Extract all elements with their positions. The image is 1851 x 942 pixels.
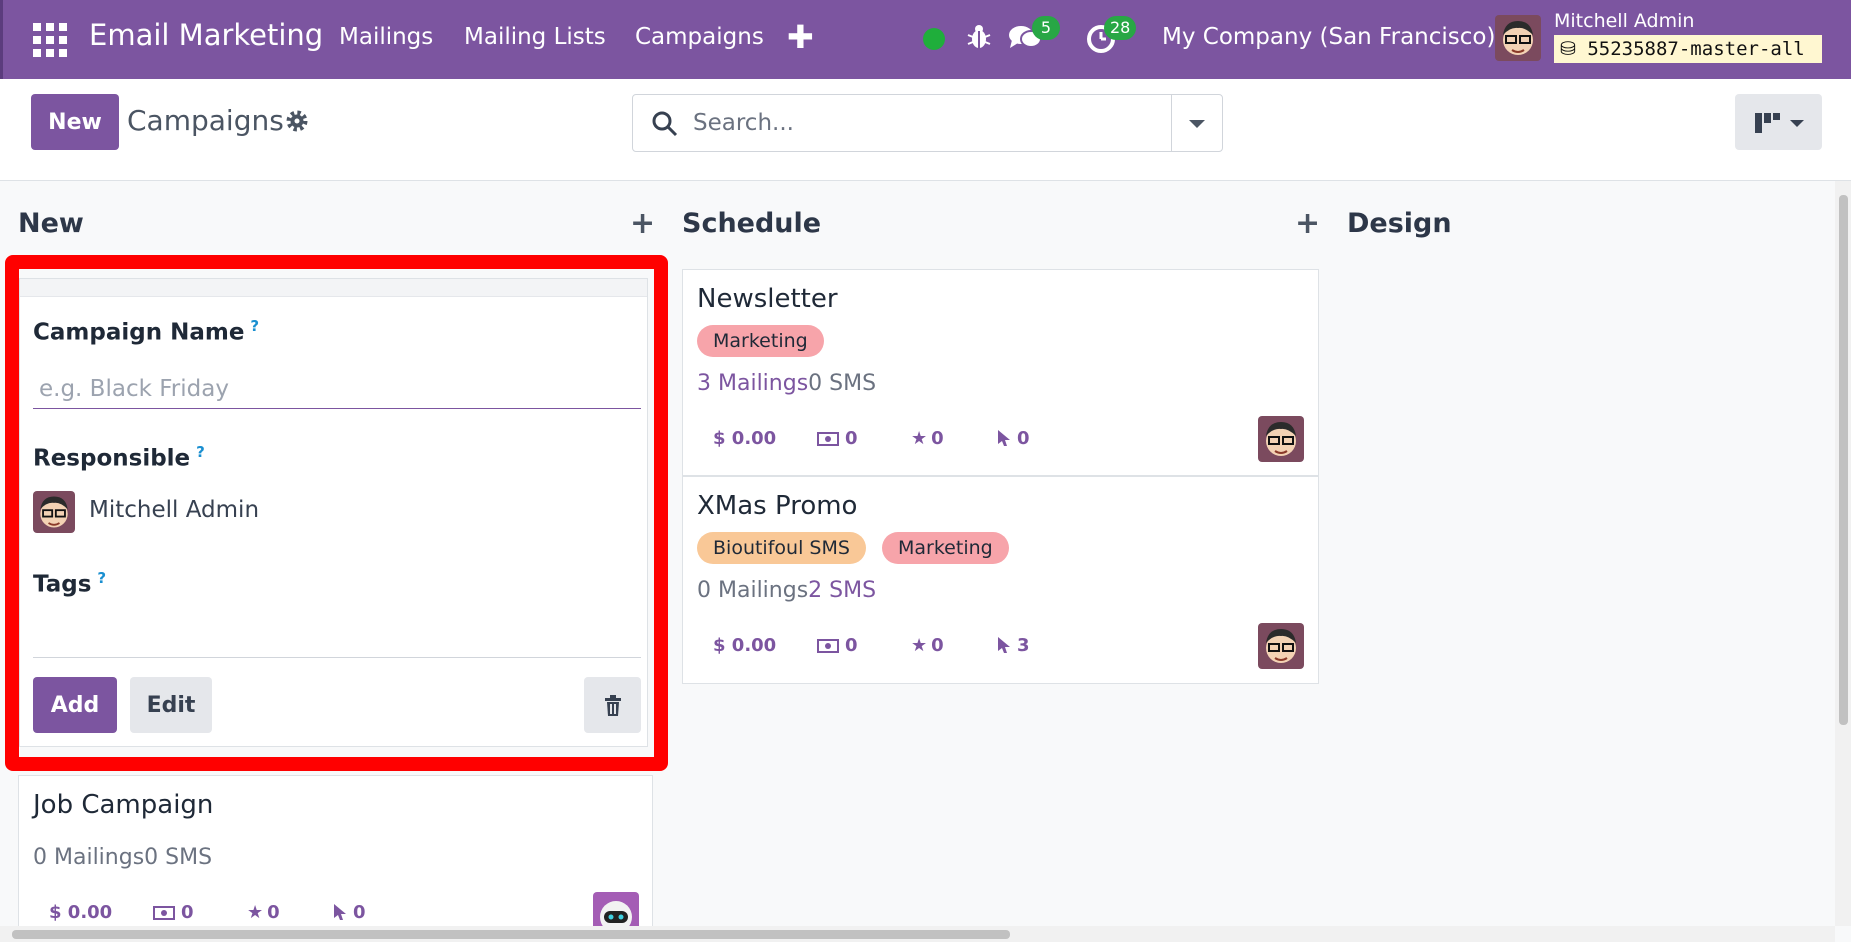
new-button[interactable]: New — [31, 94, 119, 150]
search-icon — [652, 111, 678, 137]
database-name: 55235887-master-all — [1587, 38, 1805, 60]
vertical-scrollbar[interactable] — [1835, 181, 1851, 926]
star-icon: ★ — [247, 902, 264, 923]
opportunities-stat[interactable]: ★ 0 — [247, 902, 280, 923]
responsible-avatar[interactable] — [1258, 623, 1304, 669]
campaign-card-job-campaign[interactable]: Job Campaign 0 Mailings0 SMS $ 0.00 0 ★ 0… — [18, 775, 653, 935]
revenue-stat[interactable]: $ 0.00 — [49, 902, 112, 923]
opportunities-stat[interactable]: ★ 0 — [911, 428, 944, 449]
card-title: Job Campaign — [33, 790, 214, 820]
mailings-count[interactable]: 0 Mailings — [697, 578, 808, 603]
card-counts: 0 Mailings0 SMS — [33, 845, 212, 870]
search-input[interactable] — [693, 105, 1153, 141]
app-brand[interactable]: Email Marketing — [89, 18, 323, 52]
cursor-icon — [998, 637, 1010, 653]
plus-icon[interactable]: ✚ — [787, 18, 814, 56]
horizontal-scroll-thumb[interactable] — [12, 930, 1010, 939]
tags-label: Tags? — [33, 569, 107, 598]
help-tooltip-icon[interactable]: ? — [250, 317, 259, 335]
sms-count[interactable]: 0 SMS — [808, 371, 876, 396]
trash-icon — [604, 694, 621, 716]
control-panel: New Campaigns — [0, 79, 1851, 181]
caret-down-icon — [1189, 120, 1205, 128]
card-counts: 3 Mailings0 SMS — [697, 371, 876, 396]
responsible-value[interactable]: Mitchell Admin — [89, 497, 259, 523]
edit-button[interactable]: Edit — [130, 677, 212, 733]
bug-icon[interactable] — [966, 22, 992, 52]
column-title-design[interactable]: Design — [1347, 208, 1452, 239]
campaign-name-label: Campaign Name? — [33, 317, 260, 346]
responsible-avatar[interactable] — [33, 491, 75, 533]
database-icon: ⛁ — [1560, 38, 1588, 60]
card-title: Newsletter — [697, 284, 838, 314]
campaign-card-newsletter[interactable]: Newsletter Marketing 3 Mailings0 SMS $ 0… — [682, 269, 1319, 476]
kanban-view-switcher[interactable] — [1735, 94, 1822, 150]
menu-mailing-lists[interactable]: Mailing Lists — [464, 24, 606, 50]
add-button[interactable]: Add — [33, 677, 117, 733]
sms-count[interactable]: 0 SMS — [144, 845, 212, 870]
user-name[interactable]: Mitchell Admin — [1554, 10, 1694, 32]
revenue-stat[interactable]: $ 0.00 — [713, 635, 776, 656]
menu-campaigns[interactable]: Campaigns — [635, 24, 764, 50]
sms-count[interactable]: 2 SMS — [808, 578, 876, 603]
star-icon: ★ — [911, 428, 928, 449]
cursor-icon — [334, 904, 346, 920]
campaign-card-xmas-promo[interactable]: XMas Promo Bioutifoul SMS Marketing 0 Ma… — [682, 476, 1319, 684]
clicks-stat[interactable]: 0 — [997, 428, 1030, 449]
quotations-stat[interactable]: 0 — [817, 635, 858, 656]
chat-count-badge: 5 — [1032, 16, 1060, 40]
tag-bioutifoul-sms: Bioutifoul SMS — [697, 532, 866, 564]
discard-button[interactable] — [584, 677, 641, 733]
quick-create-header — [20, 279, 647, 297]
gear-icon[interactable] — [285, 109, 309, 133]
company-switcher[interactable]: My Company (San Francisco) — [1162, 24, 1495, 50]
horizontal-scrollbar[interactable] — [0, 926, 1835, 942]
online-status-icon[interactable] — [923, 28, 945, 50]
column-schedule-plus-icon[interactable]: + — [1295, 206, 1320, 241]
money-icon — [817, 639, 839, 653]
opportunities-stat[interactable]: ★ 0 — [911, 635, 944, 656]
activity-count-badge: 28 — [1104, 16, 1137, 40]
column-title-schedule[interactable]: Schedule — [682, 208, 821, 239]
responsible-avatar[interactable] — [1258, 416, 1304, 462]
search-bar — [632, 94, 1223, 152]
cursor-icon — [998, 430, 1010, 446]
revenue-stat[interactable]: $ 0.00 — [713, 428, 776, 449]
card-counts: 0 Mailings2 SMS — [697, 578, 876, 603]
search-options-toggle[interactable] — [1171, 95, 1222, 151]
money-icon — [153, 906, 175, 920]
clicks-stat[interactable]: 0 — [333, 902, 366, 923]
vertical-scroll-thumb[interactable] — [1839, 195, 1848, 725]
help-tooltip-icon[interactable]: ? — [97, 569, 106, 587]
caret-down-icon — [1790, 120, 1804, 127]
tag-marketing: Marketing — [882, 532, 1009, 564]
quotations-stat[interactable]: 0 — [817, 428, 858, 449]
column-title-new[interactable]: New — [18, 208, 84, 239]
menu-mailings[interactable]: Mailings — [339, 24, 433, 50]
database-badge: ⛁ 55235887-master-all — [1554, 35, 1822, 63]
apps-grid-icon[interactable] — [33, 23, 67, 57]
user-avatar[interactable] — [1495, 15, 1541, 61]
tags-input[interactable] — [33, 657, 641, 658]
help-tooltip-icon[interactable]: ? — [196, 443, 205, 461]
breadcrumb: Campaigns — [127, 104, 284, 137]
mailings-count[interactable]: 0 Mailings — [33, 845, 144, 870]
star-icon: ★ — [911, 635, 928, 656]
column-new-plus-icon[interactable]: + — [630, 206, 655, 241]
quick-create-form: Campaign Name? Responsible? Mitchell Adm… — [19, 278, 648, 747]
clicks-stat[interactable]: 3 — [997, 635, 1030, 656]
card-title: XMas Promo — [697, 491, 858, 521]
kanban-icon — [1755, 113, 1762, 133]
quotations-stat[interactable]: 0 — [153, 902, 194, 923]
campaign-name-input[interactable] — [33, 369, 641, 409]
tag-marketing: Marketing — [697, 325, 824, 357]
mailings-count[interactable]: 3 Mailings — [697, 371, 808, 396]
money-icon — [817, 432, 839, 446]
responsible-label: Responsible? — [33, 443, 205, 472]
top-navbar: Email Marketing Mailings Mailing Lists C… — [0, 0, 1851, 79]
